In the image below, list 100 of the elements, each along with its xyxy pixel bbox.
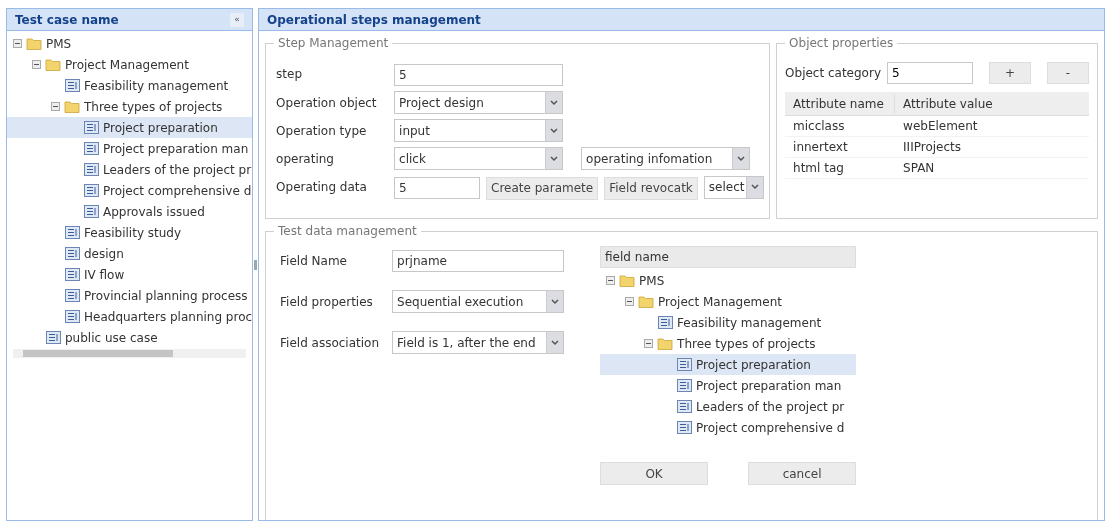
- collapse-icon[interactable]: [625, 297, 635, 306]
- field-label: Field Name: [280, 253, 348, 270]
- tree-item[interactable]: IV flow: [7, 264, 253, 285]
- tree-item[interactable]: Project preparation: [600, 354, 857, 375]
- panel-title: Test case name: [15, 11, 119, 29]
- select-field[interactable]: Project design: [394, 91, 564, 114]
- tree-item[interactable]: Feasibility study: [7, 222, 253, 243]
- dropdown-button[interactable]: [545, 92, 563, 113]
- tree-item-label: Headquarters planning proc: [84, 308, 253, 326]
- collapse-icon[interactable]: [644, 339, 654, 348]
- text-field[interactable]: prjname: [392, 250, 565, 272]
- collapse-icon[interactable]: [13, 39, 22, 48]
- tree-item[interactable]: Project preparation man: [600, 375, 857, 396]
- tree-item[interactable]: Project comprehensive d: [600, 417, 857, 438]
- horizontal-scrollbar[interactable]: [13, 349, 247, 358]
- document-icon: [677, 400, 693, 413]
- tree-item[interactable]: Project comprehensive d: [7, 180, 253, 201]
- text-field[interactable]: 5: [394, 177, 481, 200]
- document-icon: [65, 289, 80, 302]
- tree-item[interactable]: Leaders of the project pr: [7, 159, 253, 180]
- folder-icon: [619, 274, 636, 287]
- dropdown-button[interactable]: [546, 291, 564, 312]
- tree-item[interactable]: public use case: [7, 327, 253, 348]
- action-button[interactable]: -: [1047, 62, 1089, 84]
- dropdown-button[interactable]: [545, 120, 563, 141]
- tree-item-label: Feasibility management: [677, 314, 822, 332]
- document-icon: [65, 79, 80, 92]
- tree-item[interactable]: Feasibility management: [7, 75, 253, 96]
- document-icon: [84, 142, 99, 155]
- folder-icon: [26, 37, 42, 50]
- select-field[interactable]: Sequential execution: [392, 290, 565, 313]
- tree-item[interactable]: Headquarters planning proc: [7, 306, 253, 327]
- tree-item[interactable]: Project preparation: [7, 117, 253, 138]
- document-icon: [46, 331, 61, 344]
- tree-item-label: Feasibility study: [84, 224, 182, 242]
- action-button[interactable]: OK: [600, 462, 709, 485]
- collapse-button[interactable]: «: [230, 12, 245, 27]
- select-field[interactable]: operating infomation: [581, 147, 751, 170]
- tree-item[interactable]: Project Management: [600, 291, 857, 312]
- tree-item-label: Feasibility management: [84, 77, 229, 95]
- dropdown-button[interactable]: [546, 332, 564, 353]
- tree-item[interactable]: design: [7, 243, 253, 264]
- action-button[interactable]: +: [989, 62, 1031, 84]
- dropdown-button[interactable]: [545, 148, 563, 169]
- table-cell-text: micclass: [792, 118, 846, 135]
- document-icon: [84, 121, 99, 134]
- field-label: Field properties: [280, 293, 374, 311]
- tree-item[interactable]: Approvals issued: [7, 201, 253, 222]
- column-header[interactable]: field name: [600, 246, 857, 268]
- document-icon: [65, 226, 80, 239]
- tree-item[interactable]: PMS: [600, 270, 857, 291]
- column-header[interactable]: Attribute value: [895, 94, 1089, 113]
- field-label: step: [276, 66, 304, 83]
- select-field[interactable]: Field is 1, after the end: [392, 331, 565, 354]
- tree-item[interactable]: Three types of projects: [7, 96, 253, 117]
- collapse-icon[interactable]: [51, 102, 60, 111]
- dropdown-button[interactable]: [732, 148, 750, 169]
- document-icon: [677, 379, 693, 392]
- select-field[interactable]: input: [394, 119, 564, 142]
- section-legend: Object properties: [785, 36, 898, 50]
- tree-item[interactable]: Three types of projects: [600, 333, 857, 354]
- tree-item-label: Project preparation: [696, 356, 811, 374]
- field-label: Object category: [785, 65, 881, 82]
- select-field[interactable]: select: [703, 175, 764, 199]
- action-button[interactable]: cancel: [748, 462, 857, 485]
- action-button[interactable]: Create paramete: [486, 176, 599, 200]
- tree-item[interactable]: PMS: [7, 33, 253, 54]
- tree-item[interactable]: Provincial planning process: [7, 285, 253, 306]
- tree-item-label: Project Management: [658, 293, 782, 311]
- text-field[interactable]: 5: [394, 64, 564, 86]
- tree-item-label: Leaders of the project pr: [696, 398, 845, 416]
- tree-item-label: Project comprehensive d: [103, 182, 252, 200]
- field-label: operating: [276, 150, 335, 168]
- tree-item-label: Leaders of the project pr: [103, 161, 252, 179]
- collapse-icon[interactable]: [606, 276, 616, 285]
- column-header[interactable]: Attribute name: [785, 94, 896, 113]
- collapse-icon[interactable]: [32, 60, 41, 69]
- section-legend: Test data management: [274, 224, 421, 238]
- select-field[interactable]: click: [394, 147, 564, 170]
- text-field[interactable]: 5: [887, 62, 973, 84]
- field-label: Operation object: [276, 94, 378, 112]
- tree-item[interactable]: Feasibility management: [600, 312, 857, 333]
- tree-item[interactable]: Project preparation man: [7, 138, 253, 159]
- section-legend: Step Management: [274, 36, 393, 50]
- action-button[interactable]: Field revocatk: [604, 176, 698, 200]
- chevron-down-icon: [550, 155, 559, 162]
- document-icon: [65, 247, 80, 260]
- folder-icon: [657, 337, 674, 350]
- panel-title: Operational steps management: [267, 11, 481, 29]
- splitter-handle[interactable]: [254, 259, 258, 270]
- document-icon: [658, 316, 674, 329]
- folder-icon: [64, 100, 80, 113]
- chevron-down-icon: [550, 99, 559, 106]
- tree-item[interactable]: Leaders of the project pr: [600, 396, 857, 417]
- select-value: Project design: [398, 94, 485, 112]
- dropdown-button[interactable]: [745, 176, 763, 198]
- tree-item[interactable]: Project Management: [7, 54, 253, 75]
- folder-icon: [638, 295, 655, 308]
- scrollbar-thumb[interactable]: [23, 350, 173, 357]
- table-cell-text: SPAN: [902, 160, 936, 177]
